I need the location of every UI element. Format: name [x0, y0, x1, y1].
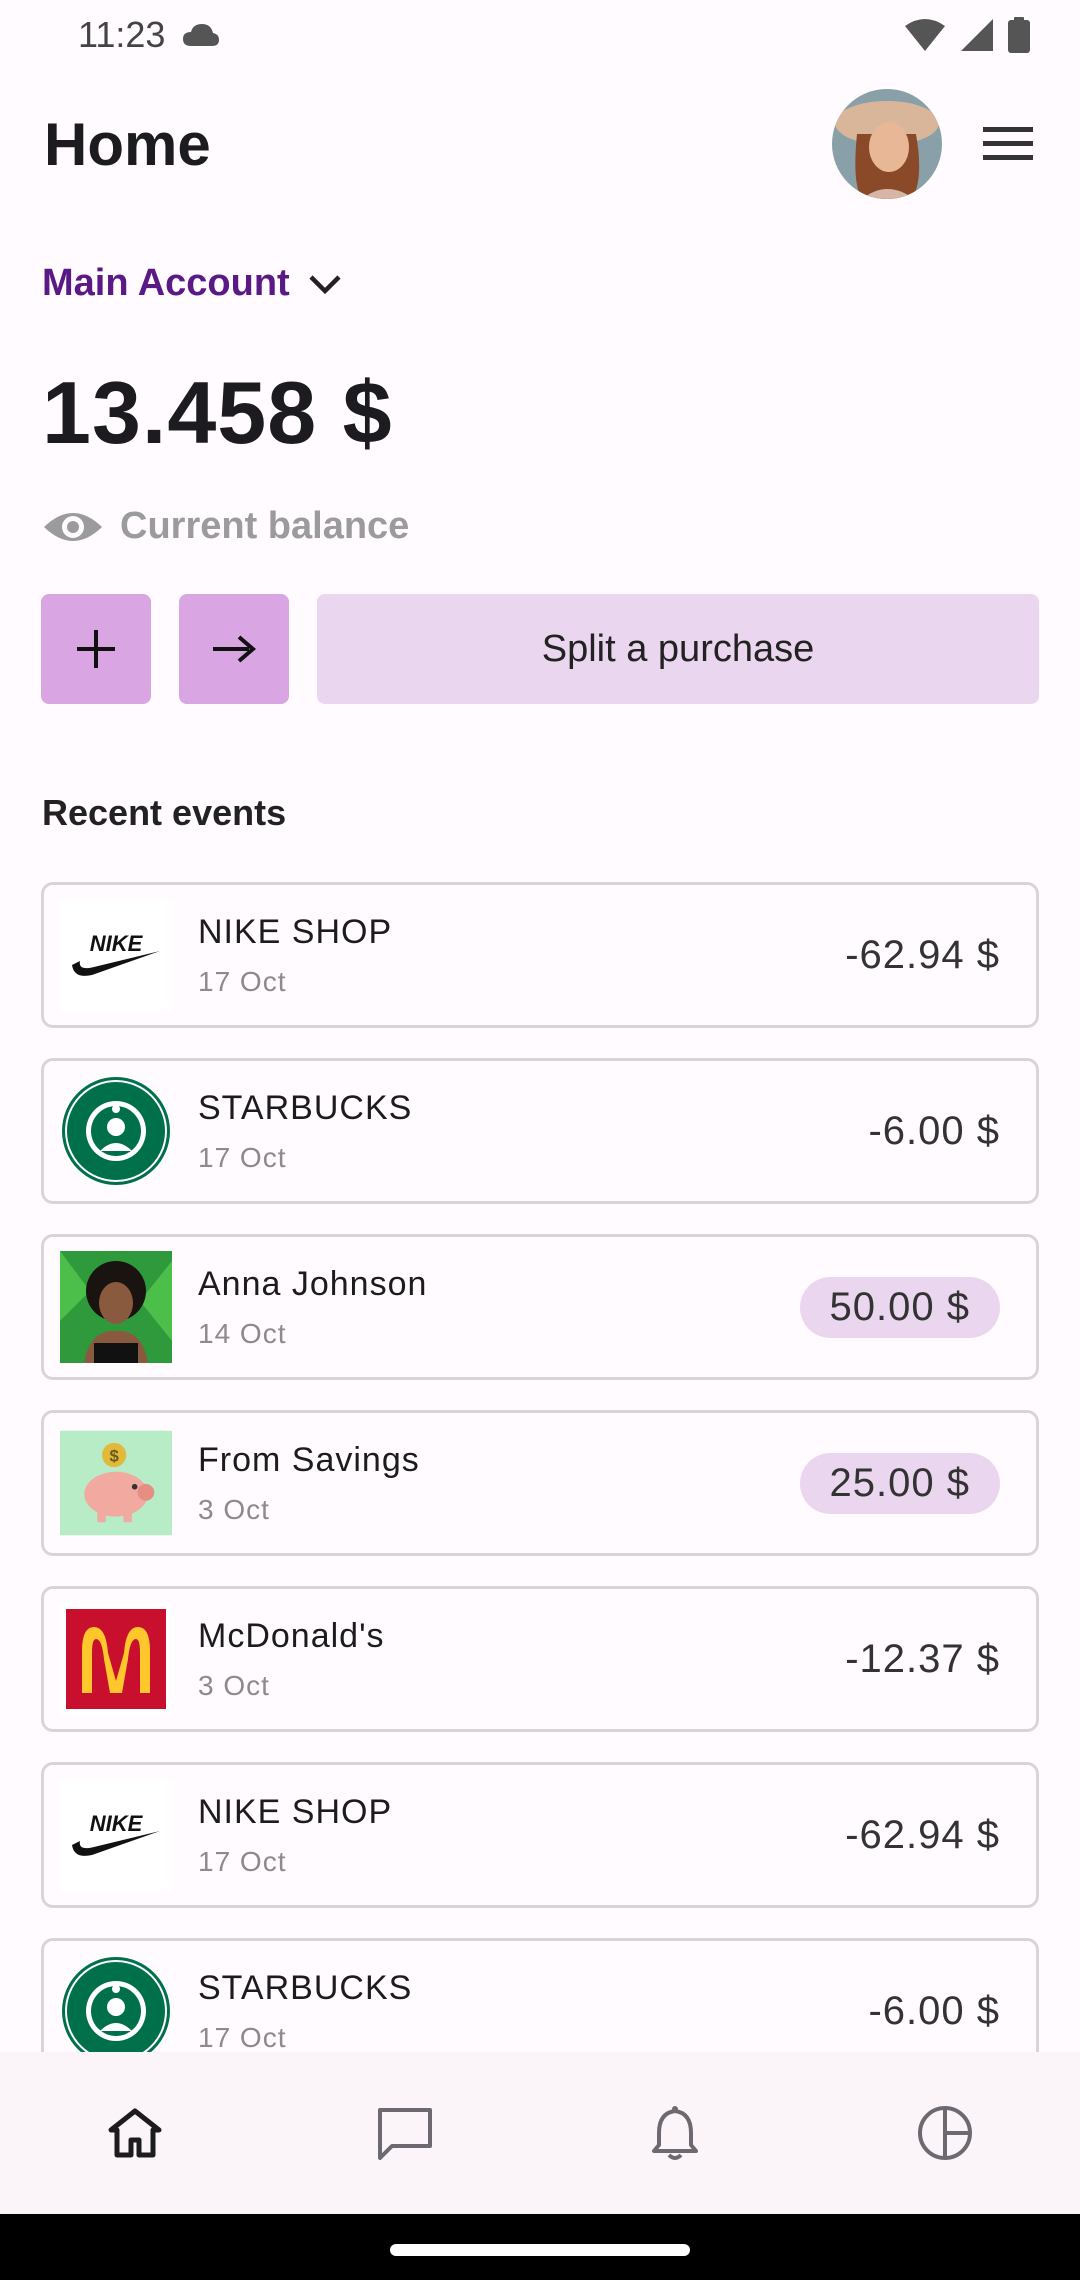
event-date: 3 Oct	[198, 1669, 270, 1701]
event-amount: 50.00 $	[799, 1276, 1000, 1338]
event-item[interactable]: NIKE NIKE SHOP 17 Oct -62.94 $	[41, 882, 1039, 1028]
split-purchase-button[interactable]: Split a purchase	[317, 594, 1039, 704]
event-text: STARBUCKS 17 Oct	[198, 1969, 868, 2053]
signal-icon	[961, 19, 993, 51]
menu-icon[interactable]	[978, 114, 1038, 174]
event-amount: -6.00 $	[868, 1108, 1000, 1153]
event-item[interactable]: STARBUCKS 17 Oct -6.00 $	[41, 1938, 1039, 2052]
home-gesture-handle[interactable]	[390, 2244, 690, 2256]
recent-events-list: NIKE NIKE SHOP 17 Oct -62.94 $ STARBUCKS	[41, 882, 1039, 2052]
balance-visibility-toggle[interactable]: Current balance	[42, 505, 409, 548]
pie-chart-icon	[918, 2106, 972, 2160]
event-item[interactable]: $ From Savings 3 Oct 25.00 $	[41, 1410, 1039, 1556]
event-text: McDonald's 3 Oct	[198, 1617, 845, 1702]
recent-events-title: Recent events	[42, 792, 287, 833]
svg-text:NIKE: NIKE	[90, 931, 144, 956]
cloud-icon	[183, 24, 220, 46]
balance-label: Current balance	[120, 505, 410, 547]
event-item[interactable]: McDonald's 3 Oct -12.37 $	[41, 1586, 1039, 1732]
add-money-button[interactable]	[41, 594, 151, 704]
arrow-right-icon	[213, 635, 257, 663]
eye-icon	[44, 512, 102, 541]
event-amount: -6.00 $	[868, 1988, 1000, 2033]
bottom-navigation	[0, 2052, 1080, 2214]
event-amount: -12.37 $	[845, 1636, 1000, 1681]
battery-icon	[1008, 17, 1030, 53]
event-amount: 25.00 $	[799, 1452, 1000, 1514]
account-name: Main Account	[42, 262, 290, 304]
page-title: Home	[44, 110, 211, 178]
transfer-button[interactable]	[179, 594, 289, 704]
event-name: NIKE SHOP	[198, 1792, 393, 1831]
event-date: 17 Oct	[198, 1845, 287, 1877]
event-text: NIKE SHOP 17 Oct	[198, 913, 845, 998]
account-selector[interactable]: Main Account	[42, 262, 342, 305]
event-date: 17 Oct	[198, 2021, 287, 2053]
starbucks-logo-icon	[60, 1075, 172, 1187]
event-text: NIKE SHOP 17 Oct	[198, 1793, 845, 1878]
event-amount: -62.94 $	[845, 1812, 1000, 1857]
home-icon	[108, 2108, 162, 2158]
event-text: From Savings 3 Oct	[198, 1441, 800, 1526]
plus-icon	[77, 630, 115, 668]
header-actions	[832, 89, 1038, 199]
nav-analytics[interactable]	[885, 2073, 1005, 2193]
event-name: STARBUCKS	[198, 1968, 413, 2007]
svg-text:$: $	[109, 1447, 119, 1466]
nike-logo-icon: NIKE	[60, 1779, 172, 1891]
status-bar: 11:23	[0, 0, 1080, 70]
svg-text:NIKE: NIKE	[90, 1811, 144, 1836]
chat-icon	[378, 2108, 432, 2160]
avatar[interactable]	[832, 89, 942, 199]
bell-icon	[652, 2106, 698, 2160]
profile-photo-icon	[832, 89, 942, 199]
event-name: From Savings	[198, 1440, 420, 1479]
event-date: 14 Oct	[198, 1317, 287, 1349]
event-name: STARBUCKS	[198, 1088, 413, 1127]
app-header: Home	[0, 84, 1080, 204]
event-name: McDonald's	[198, 1616, 385, 1655]
event-amount: -62.94 $	[845, 932, 1000, 977]
event-date: 17 Oct	[198, 1141, 287, 1173]
event-item[interactable]: STARBUCKS 17 Oct -6.00 $	[41, 1058, 1039, 1204]
event-text: STARBUCKS 17 Oct	[198, 1089, 868, 1174]
event-item[interactable]: NIKE NIKE SHOP 17 Oct -62.94 $	[41, 1762, 1039, 1908]
nav-messages[interactable]	[345, 2073, 465, 2193]
starbucks-logo-icon	[60, 1955, 172, 2052]
status-time: 11:23	[78, 14, 166, 55]
event-item[interactable]: Anna Johnson 14 Oct 50.00 $	[41, 1234, 1039, 1380]
status-left: 11:23	[78, 14, 221, 56]
balance-amount: 13.458 $	[42, 363, 393, 462]
wifi-icon	[905, 19, 945, 51]
event-date: 17 Oct	[198, 965, 287, 997]
mcdonalds-logo-icon	[60, 1603, 172, 1715]
status-right	[904, 17, 1030, 53]
event-name: NIKE SHOP	[198, 912, 393, 951]
contact-photo-icon	[60, 1251, 172, 1363]
event-name: Anna Johnson	[198, 1264, 428, 1303]
event-text: Anna Johnson 14 Oct	[198, 1265, 800, 1350]
nav-home[interactable]	[75, 2073, 195, 2193]
chevron-down-icon	[309, 274, 341, 294]
piggy-bank-icon: $	[60, 1427, 172, 1539]
nav-notifications[interactable]	[615, 2073, 735, 2193]
nike-logo-icon: NIKE	[60, 899, 172, 1011]
quick-actions: Split a purchase	[41, 594, 1039, 704]
event-date: 3 Oct	[198, 1493, 270, 1525]
